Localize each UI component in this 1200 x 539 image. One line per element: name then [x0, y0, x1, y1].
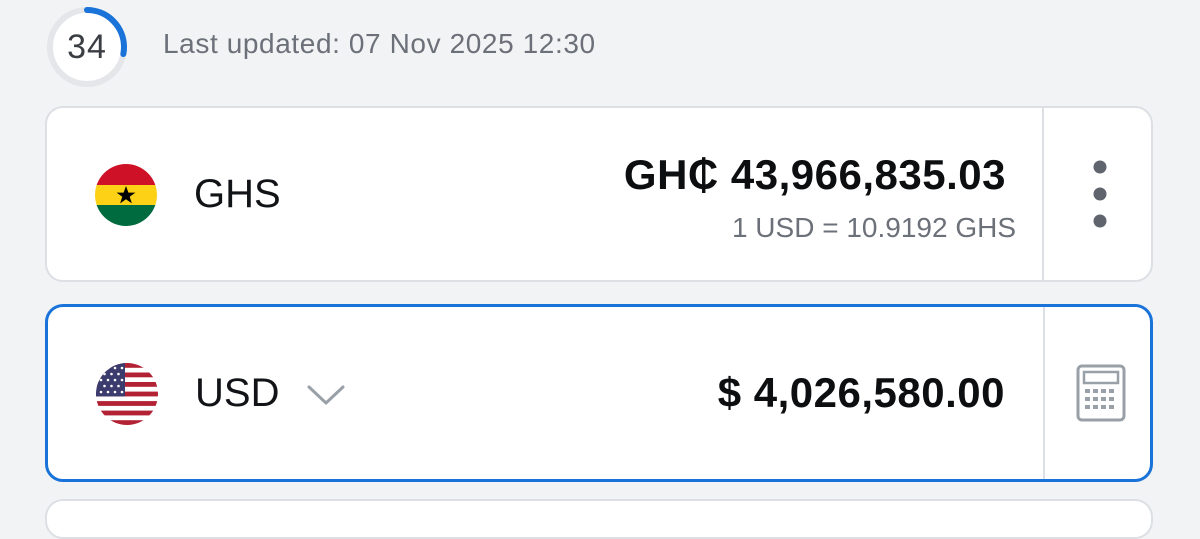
- usa-flag-icon: [96, 363, 158, 425]
- currency-code: GHS: [194, 172, 281, 216]
- currency-row-next[interactable]: [45, 499, 1153, 539]
- currency-code: USD: [195, 371, 280, 415]
- calculator-icon: [1076, 364, 1125, 422]
- currency-row-usd[interactable]: USD $ 4,026,580.00: [45, 304, 1153, 482]
- refresh-timer[interactable]: 34: [45, 5, 129, 89]
- more-options-button[interactable]: [1044, 108, 1151, 280]
- base-amount[interactable]: $ 4,026,580.00: [718, 369, 1005, 417]
- currency-row-ghs[interactable]: GHS GH₵ 43,966,835.03 1 USD = 10.9192 GH…: [45, 106, 1153, 282]
- more-vertical-icon: [1093, 160, 1106, 228]
- exchange-rate: 1 USD = 10.9192 GHS: [731, 212, 1016, 243]
- last-updated-text: Last updated: 07 Nov 2025 12:30: [163, 28, 596, 59]
- chevron-down-icon: [307, 385, 345, 405]
- converted-amount: GH₵ 43,966,835.03: [623, 151, 1006, 198]
- calculator-button[interactable]: [1045, 307, 1150, 479]
- ghana-flag-icon: [95, 164, 157, 226]
- currency-selector-dropdown[interactable]: [306, 383, 346, 412]
- refresh-countdown: 34: [67, 27, 107, 66]
- header: 34 Last updated: 07 Nov 2025 12:30: [0, 0, 1200, 100]
